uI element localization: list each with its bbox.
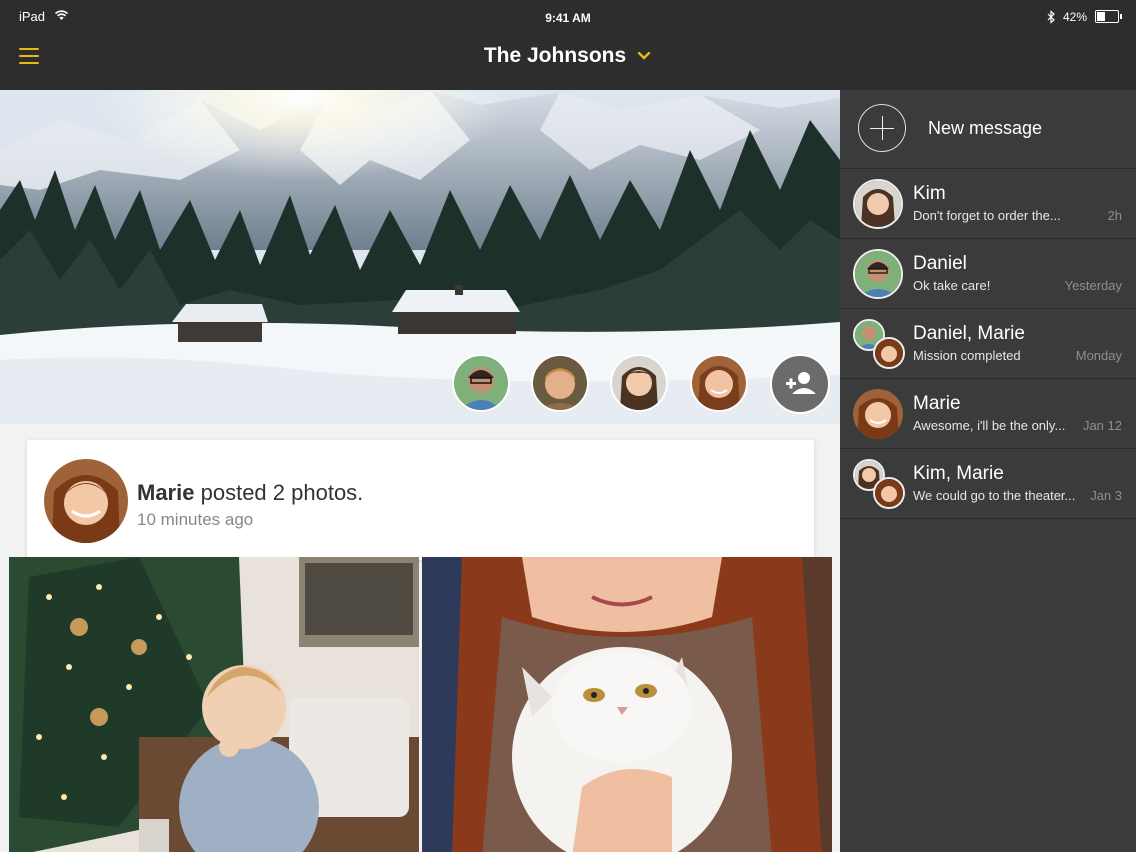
add-member-button[interactable]	[770, 354, 830, 414]
post-author-avatar[interactable]	[44, 459, 128, 543]
conversation-item[interactable]: Kim Don't forget to order the... 2h	[840, 169, 1136, 239]
battery-percent: 42%	[1063, 10, 1088, 24]
chevron-down-icon	[637, 51, 651, 60]
post-photo-baby[interactable]	[9, 557, 419, 852]
conversation-preview: Mission completed	[913, 348, 1021, 363]
post-photo-cat[interactable]	[422, 557, 832, 852]
clock: 9:41 AM	[545, 11, 591, 25]
conversation-avatar-group	[853, 319, 905, 369]
feed: Marie posted 2 photos. 10 minutes ago	[0, 424, 840, 852]
conversation-time: Yesterday	[1064, 278, 1122, 293]
member-avatar-kim[interactable]	[610, 354, 668, 412]
person-add-icon	[786, 372, 816, 394]
conversation-preview: Don't forget to order the...	[913, 208, 1061, 223]
nav-bar: The Johnsons	[0, 34, 1136, 90]
cover-photo	[0, 90, 840, 424]
conversation-preview: We could go to the theater...	[913, 488, 1076, 503]
conversation-preview: Ok take care!	[913, 278, 991, 293]
messages-sidebar: New message Kim Don't forget to order th…	[840, 90, 1136, 852]
member-avatar-daniel[interactable]	[452, 354, 510, 412]
post-headline: Marie posted 2 photos.	[137, 480, 363, 506]
conversation-name: Kim, Marie	[913, 463, 1004, 484]
conversation-name: Daniel, Marie	[913, 323, 1025, 344]
status-bar: iPad 9:41 AM 42%	[0, 0, 1136, 34]
conversation-preview: Awesome, i'll be the only...	[913, 418, 1066, 433]
conversation-time: Monday	[1075, 348, 1122, 363]
group-switcher[interactable]: The Johnsons	[484, 44, 652, 68]
plus-icon	[858, 104, 906, 152]
conversation-item[interactable]: Daniel Ok take care! Yesterday	[840, 239, 1136, 309]
page-title: The Johnsons	[483, 44, 627, 67]
post-card[interactable]: Marie posted 2 photos. 10 minutes ago	[27, 440, 814, 560]
conversation-item[interactable]: Daniel, Marie Mission completed Monday	[840, 309, 1136, 379]
conversation-item[interactable]: Marie Awesome, i'll be the only... Jan 1…	[840, 379, 1136, 449]
conversation-avatar-group	[853, 459, 905, 509]
conversation-time: Jan 12	[1082, 418, 1122, 433]
conversation-name: Kim	[913, 183, 946, 204]
new-message-button[interactable]: New message	[840, 90, 1136, 169]
conversation-time: Jan 3	[1090, 488, 1122, 503]
battery-icon	[1095, 10, 1122, 23]
conversation-name: Marie	[913, 393, 961, 414]
post-action: posted 2 photos.	[200, 480, 364, 505]
conversation-item[interactable]: Kim, Marie We could go to the theater...…	[840, 449, 1136, 519]
member-avatar-boy[interactable]	[531, 354, 589, 412]
conversation-avatar	[853, 249, 903, 299]
conversation-avatar	[853, 389, 903, 439]
conversation-time: 2h	[1107, 208, 1122, 223]
post-author[interactable]: Marie	[137, 480, 194, 505]
post-timestamp: 10 minutes ago	[137, 510, 254, 529]
conversation-name: Daniel	[913, 253, 967, 274]
bluetooth-icon	[1047, 10, 1055, 24]
conversation-avatar	[853, 179, 903, 229]
new-message-label: New message	[928, 118, 1043, 138]
member-avatar-marie[interactable]	[690, 354, 748, 412]
